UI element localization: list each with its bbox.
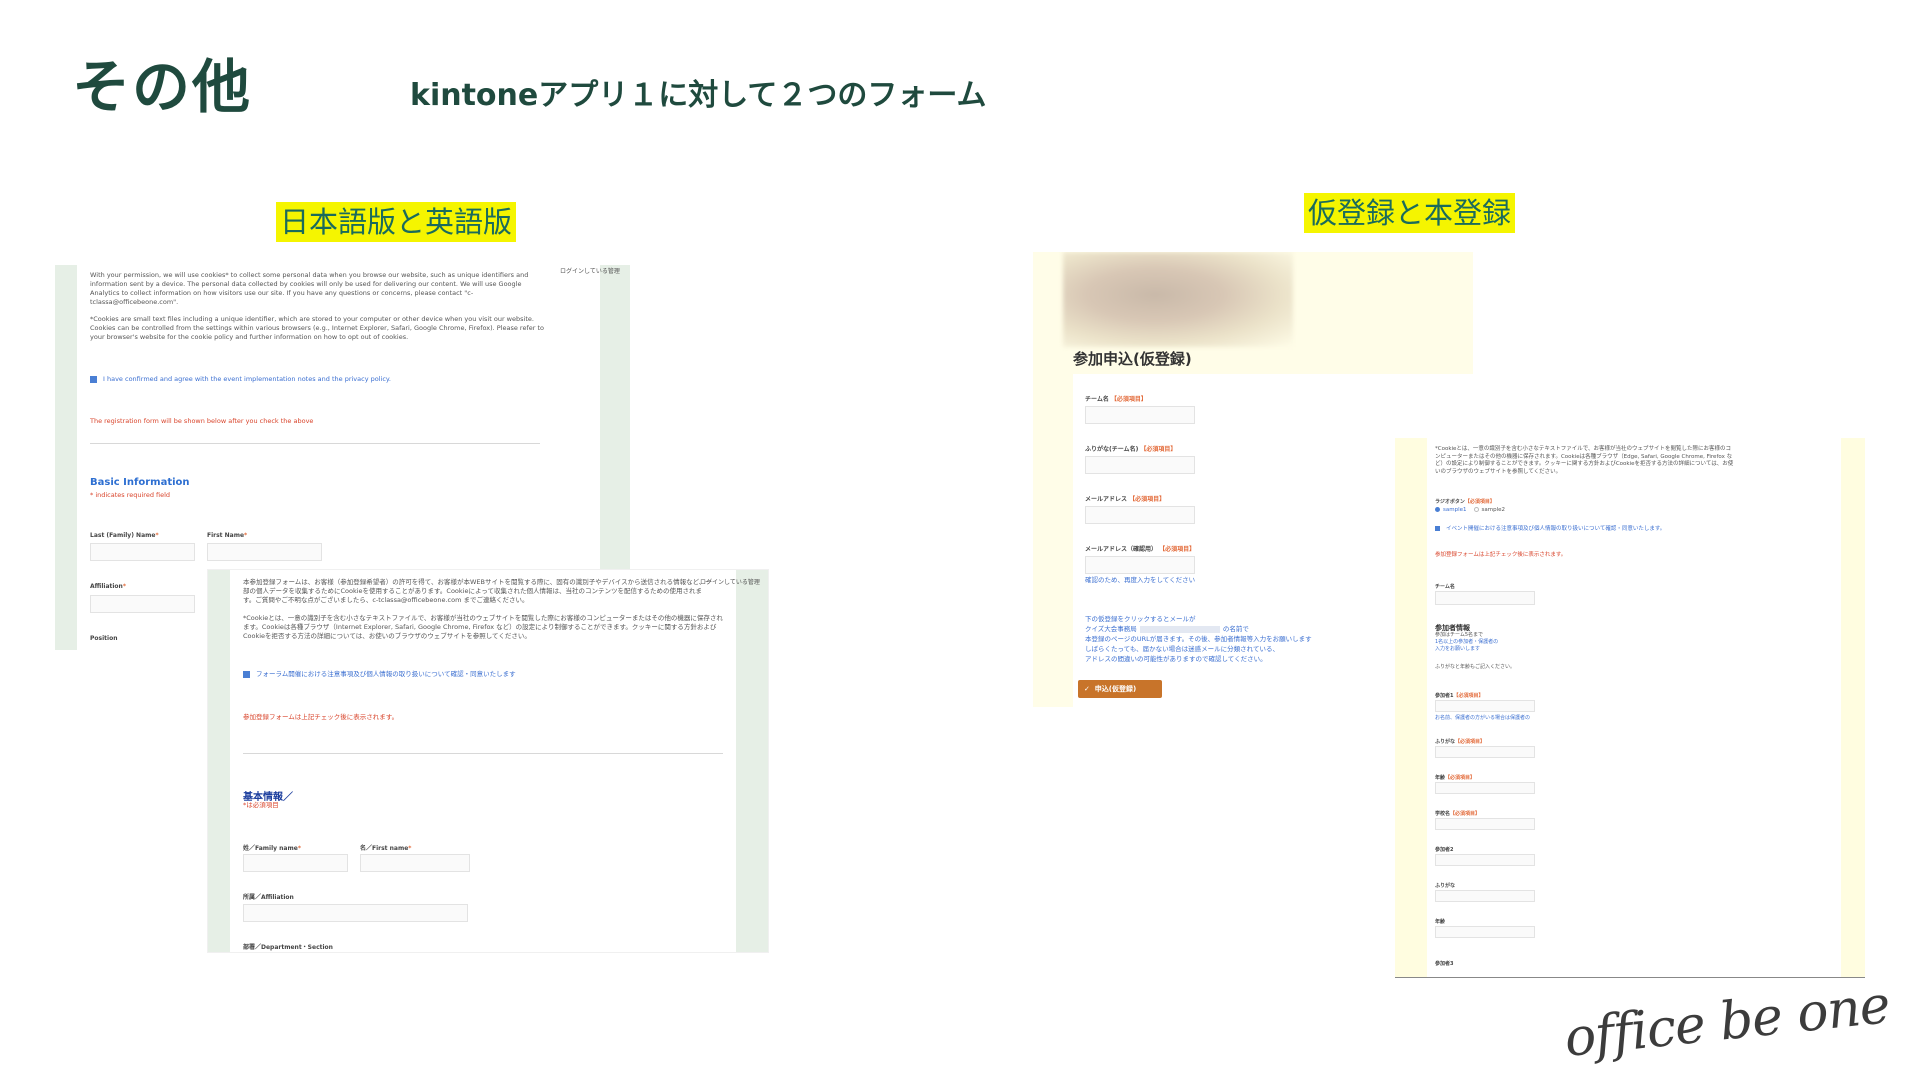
radio-sample2[interactable] xyxy=(1473,507,1479,512)
team-name-input[interactable] xyxy=(1435,591,1535,605)
consent-checkbox[interactable] xyxy=(1435,526,1440,531)
consent-checkbox[interactable] xyxy=(90,375,97,383)
kana-note: ふりがなと年齢もご記入ください。 xyxy=(1435,664,1516,670)
radio-sample1[interactable] xyxy=(1435,507,1440,512)
first-name-label: First Name* xyxy=(207,532,248,539)
form-side-strip xyxy=(736,570,768,952)
basic-information-heading: Basic Information xyxy=(90,477,190,488)
form-side-strip xyxy=(1395,438,1427,977)
affiliation-label: Affiliation* xyxy=(90,583,126,590)
email-confirm-label: メールアドレス（確認用） 【必須項目】 xyxy=(1085,546,1196,553)
participant1-age-input[interactable] xyxy=(1435,782,1535,794)
participant2-label: 参加者2 xyxy=(1435,847,1454,853)
submit-label: 申込(仮登録) xyxy=(1094,685,1137,693)
radio-label: ラジオボタン【必須項目】 xyxy=(1435,499,1495,505)
pre-register-submit-button[interactable]: ✓ 申込(仮登録) xyxy=(1078,680,1162,698)
cookie-intro-text: With your permission, we will use cookie… xyxy=(90,271,529,306)
header-image-blurred xyxy=(1063,252,1293,347)
participant1-note: お名前、保護者の方がいる場合は保護者の xyxy=(1435,715,1531,721)
office-be-one-logo: office be one xyxy=(1561,975,1893,1069)
affiliation-input[interactable] xyxy=(90,595,195,613)
redacted-block xyxy=(1139,625,1220,633)
cookie-definition-text: *Cookies are small text files including … xyxy=(90,315,545,341)
team-name-input[interactable] xyxy=(1085,406,1195,424)
affiliation-label: 所属／Affiliation xyxy=(243,894,294,901)
participant2-age-label: 年齢 xyxy=(1435,919,1446,925)
consent-checkbox[interactable] xyxy=(243,670,250,678)
caption-language-versions: 日本語版と英語版 xyxy=(276,202,517,242)
registration-notice: The registration form will be shown belo… xyxy=(90,417,314,425)
caption-registration-stages: 仮登録と本登録 xyxy=(1304,193,1516,233)
participant2-kana-input[interactable] xyxy=(1435,890,1535,902)
affiliation-input[interactable] xyxy=(243,904,468,922)
team-kana-label: ふりがな(チーム名) 【必須項目】 xyxy=(1085,446,1177,453)
participant1-input[interactable] xyxy=(1435,700,1535,712)
participant3-label: 参加者3 xyxy=(1435,961,1454,967)
mail-info: 下の仮登録をクリックするとメールが クイズ大会事務局 の名前で 本登録のページのU… xyxy=(1085,615,1312,663)
participant1-school-label: 学校名【必須項目】 xyxy=(1435,811,1481,817)
team-kana-input[interactable] xyxy=(1085,456,1195,474)
last-name-label: Last (Family) Name* xyxy=(90,532,159,539)
slide-subtitle: kintoneアプリ１に対して２つのフォーム xyxy=(410,78,987,113)
consent-label: フォーラム開催における注意事項及び個人情報の取り扱いについて確認・同意いたします xyxy=(256,670,516,678)
department-label: 部署／Department・Section xyxy=(243,944,333,951)
first-name-input[interactable] xyxy=(360,854,470,872)
required-note: * indicates required field xyxy=(90,491,171,499)
last-name-input[interactable] xyxy=(90,543,195,561)
email-confirm-input[interactable] xyxy=(1085,556,1195,574)
last-name-input[interactable] xyxy=(243,854,348,872)
form-side-strip xyxy=(55,265,77,650)
main-registration-form-screenshot: *Cookieとは、一意の識別子を含む小さなテキストファイルで、お客様が当社のウ… xyxy=(1395,438,1865,978)
first-name-label: 名／First name* xyxy=(360,845,412,852)
participant1-age-label: 年齢【必須項目】 xyxy=(1435,775,1476,781)
last-name-label: 姓／Family name* xyxy=(243,845,301,852)
cookie-text: *Cookieとは、一意の識別子を含む小さなテキストファイルで、お客様が当社のウ… xyxy=(1435,446,1734,475)
email-input[interactable] xyxy=(1085,506,1195,524)
cookie-definition-text: *Cookieとは、一意の識別子を含む小さなテキストファイルで、お客様が当社のウ… xyxy=(243,614,723,640)
participant2-age-input[interactable] xyxy=(1435,926,1535,938)
radio-group: sample1 sample2 xyxy=(1435,506,1505,515)
divider xyxy=(90,443,540,444)
participant1-school-input[interactable] xyxy=(1435,818,1535,830)
login-note: ログインしている管理 xyxy=(560,268,620,275)
participant2-input[interactable] xyxy=(1435,854,1535,866)
required-note: *は必須項目 xyxy=(243,801,279,809)
confirm-hint: 確認のため、再度入力をしてください xyxy=(1085,576,1196,584)
pre-registration-heading: 参加申込(仮登録) xyxy=(1073,350,1192,368)
participant1-label: 参加者1【必須項目】 xyxy=(1435,693,1484,699)
team-name-label: チーム名 【必須項目】 xyxy=(1085,396,1147,403)
registration-notice: 参加登録フォームは上記チェック後に表示されます。 xyxy=(243,713,399,721)
slide-title: その他 xyxy=(72,53,253,121)
email-label: メールアドレス 【必須項目】 xyxy=(1085,496,1166,503)
participant2-kana-label: ふりがな xyxy=(1435,883,1456,889)
check-icon: ✓ xyxy=(1084,685,1090,693)
form-side-strip xyxy=(1841,438,1865,977)
form-side-strip xyxy=(208,570,230,952)
consent-row[interactable]: フォーラム開催における注意事項及び個人情報の取り扱いについて確認・同意いたします xyxy=(243,670,723,679)
participant1-kana-label: ふりがな【必須項目】 xyxy=(1435,739,1486,745)
participant-info-note: 参加はチーム5名まで 1名以上の参加者・保護者の 入力をお願いします xyxy=(1435,632,1499,652)
participant1-kana-input[interactable] xyxy=(1435,746,1535,758)
consent-row[interactable]: I have confirmed and agree with the even… xyxy=(90,375,550,384)
consent-label: I have confirmed and agree with the even… xyxy=(103,375,391,383)
position-label: Position xyxy=(90,635,118,642)
team-name-label: チーム名 xyxy=(1435,584,1455,590)
first-name-input[interactable] xyxy=(207,543,322,561)
registration-notice: 参加登録フォームは上記チェック後に表示されます。 xyxy=(1435,552,1567,558)
japanese-form-screenshot: ログインしている管理 本参加登録フォームは、お客様（参加登録希望者）の許可を得て… xyxy=(208,570,768,952)
consent-row[interactable]: イベント開催における注意事項及び個人情報の取り扱いについて確認・同意いたします。 xyxy=(1435,525,1665,534)
divider xyxy=(243,753,723,754)
cookie-intro-text: 本参加登録フォームは、お客様（参加登録希望者）の許可を得て、お客様が本WEBサイ… xyxy=(243,578,712,604)
